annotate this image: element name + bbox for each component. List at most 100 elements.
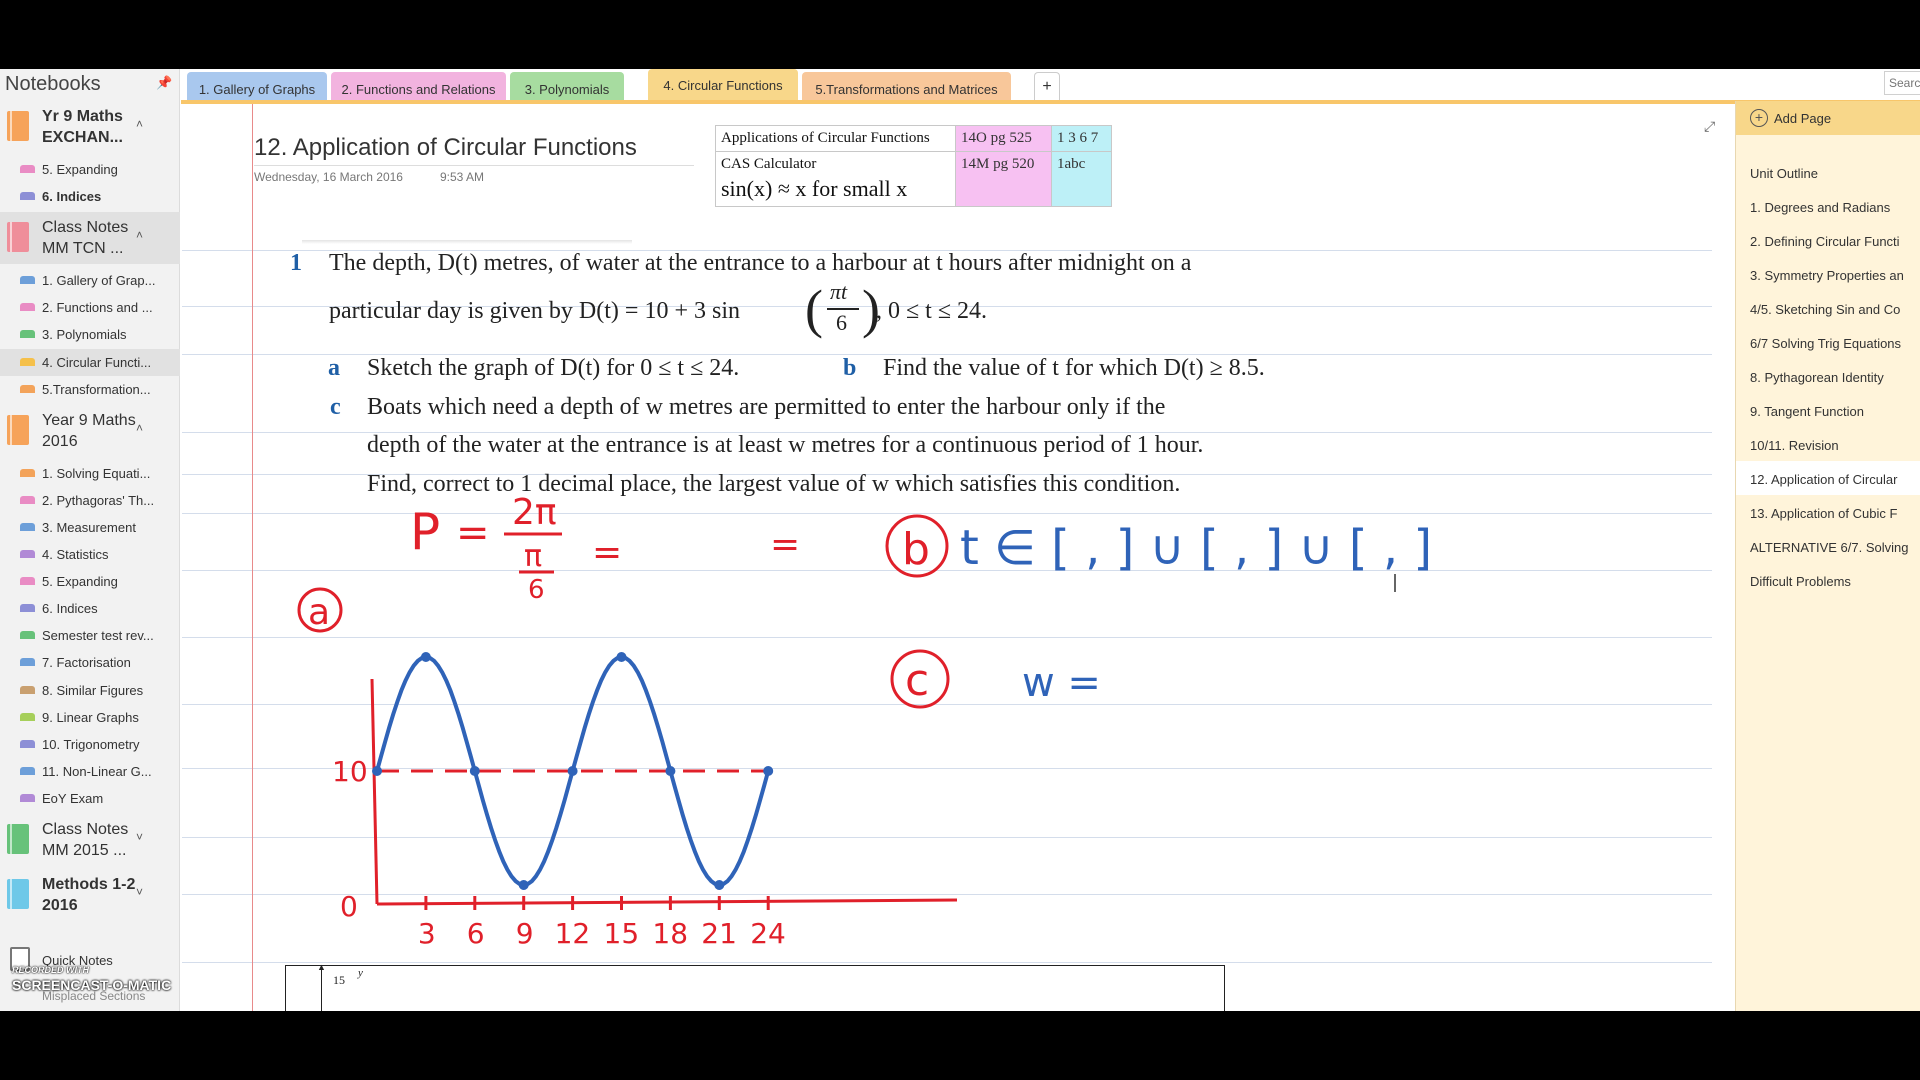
section-item[interactable]: 8. Similar Figures xyxy=(0,677,180,704)
add-page-button[interactable]: + Add Page xyxy=(1736,101,1920,135)
section-item[interactable]: 7. Factorisation xyxy=(0,649,180,676)
section-item[interactable]: 6. Indices xyxy=(0,595,180,622)
section-name: 5.Transformation... xyxy=(42,381,151,397)
notebooks-title[interactable]: Notebooks xyxy=(5,73,101,96)
section-name: 4. Circular Functi... xyxy=(42,354,152,370)
page-list-item[interactable]: 10/11. Revision xyxy=(1736,427,1920,461)
section-name: 10. Trigonometry xyxy=(42,736,140,752)
section-item[interactable]: EoY Exam xyxy=(0,785,180,812)
tab-circular-functions[interactable]: 4. Circular Functions xyxy=(648,69,798,101)
section-tab-icon xyxy=(20,739,35,748)
section-item[interactable]: Semester test rev... xyxy=(0,622,180,649)
section-item[interactable]: 1. Solving Equati... xyxy=(0,460,180,487)
hw-part-a: a xyxy=(308,592,330,633)
section-tab-icon xyxy=(20,495,35,504)
chevron-up-icon[interactable]: ˄ xyxy=(136,421,143,435)
section-tab-icon xyxy=(20,631,35,640)
hw-x-label: 21 xyxy=(701,917,737,950)
hw-part-b: b xyxy=(902,524,930,575)
hw-b-answer: t ∈ [ , ] ∪ [ , ] ∪ [ , ] xyxy=(960,520,1432,576)
chevron-up-icon[interactable]: ˄ xyxy=(136,228,143,242)
section-name: Semester test rev... xyxy=(42,628,154,644)
page-list-item[interactable]: 6/7 Solving Trig Equations xyxy=(1736,325,1920,359)
section-item[interactable]: 6. Indices xyxy=(0,183,180,210)
section-item[interactable]: 1. Gallery of Grap... xyxy=(0,267,180,294)
hw-x-label: 12 xyxy=(555,917,591,950)
section-tab-icon xyxy=(20,468,35,477)
hw-y-label-10: 10 xyxy=(332,755,368,788)
handwritten-annotations[interactable]: P = 2π π 6 = = a b t ∈ [ , ] ∪ [ , ] ∪ [… xyxy=(182,104,1734,1011)
notebook-item[interactable]: Class Notes MM TCN ... ˄ xyxy=(0,212,180,265)
section-name: 1. Solving Equati... xyxy=(42,465,151,481)
notebook-item[interactable]: Methods 1-2 2016 ˅ xyxy=(0,869,180,921)
onenote-window: Notebooks 📌 Yr 9 Maths EXCHAN... ˄ 5. Expa… xyxy=(0,69,1920,1011)
hw-period-den-num: π xyxy=(524,539,542,574)
page-list-item[interactable]: 2. Defining Circular Functi xyxy=(1736,223,1920,257)
hw-x-axis xyxy=(376,898,958,906)
section-item[interactable]: 11. Non-Linear G... xyxy=(0,758,180,785)
section-item[interactable]: 4. Circular Functi... xyxy=(0,348,180,376)
section-tab-icon xyxy=(20,384,35,393)
section-name: 1. Gallery of Grap... xyxy=(42,273,156,289)
next-graph-y-label: y xyxy=(358,967,363,979)
section-item[interactable]: 5.Transformation... xyxy=(0,376,180,403)
notebook-icon xyxy=(7,414,29,445)
section-name: 5. Expanding xyxy=(42,574,118,590)
chevron-down-icon[interactable]: ˅ xyxy=(136,830,143,844)
section-item[interactable]: 9. Linear Graphs xyxy=(0,704,180,731)
notebook-item[interactable]: Class Notes MM 2015 ... ˅ xyxy=(0,814,180,866)
section-item[interactable]: 3. Measurement xyxy=(0,514,180,541)
hw-curve-point xyxy=(714,880,725,890)
notebook-name: Class Notes MM 2015 ... xyxy=(42,821,129,859)
section-item[interactable]: 4. Statistics xyxy=(0,541,180,568)
page-canvas[interactable]: ⤢ 12. Application of Circular Functions … xyxy=(182,104,1734,1011)
chevron-down-icon[interactable]: ˅ xyxy=(136,885,143,899)
notebook-name: Yr 9 Maths EXCHAN... xyxy=(42,108,123,146)
section-tab-icon xyxy=(20,303,35,312)
page-list-item[interactable]: 13. Application of Cubic F xyxy=(1736,495,1920,529)
hw-x-label: 3 xyxy=(418,917,436,950)
section-item[interactable]: 5. Expanding xyxy=(0,568,180,595)
hw-curve-point xyxy=(420,652,431,662)
page-list-item[interactable]: Difficult Problems xyxy=(1736,563,1920,597)
page-list-item[interactable]: Unit Outline xyxy=(1736,155,1920,189)
tab-transformations-and-matrices[interactable]: 5.Transformations and Matrices xyxy=(802,72,1011,100)
hw-y-axis xyxy=(370,678,379,905)
notebook-icon xyxy=(7,222,29,253)
watermark-brand: SCREENCAST-O-MATIC xyxy=(12,977,172,993)
section-tab-icon xyxy=(20,766,35,775)
page-list-item[interactable]: 12. Application of Circular xyxy=(1736,461,1920,495)
page-list-item[interactable]: 3. Symmetry Properties an xyxy=(1736,257,1920,291)
section-item[interactable]: 10. Trigonometry xyxy=(0,731,180,758)
section-name: 6. Indices xyxy=(42,601,98,617)
page-list-item[interactable]: 8. Pythagorean Identity xyxy=(1736,359,1920,393)
tab-label: 4. Circular Functions xyxy=(663,78,783,93)
chevron-up-icon[interactable]: ˄ xyxy=(136,117,143,131)
section-tab-icon xyxy=(20,793,35,802)
new-section-button[interactable]: + xyxy=(1034,72,1060,100)
tab-functions-and-relations[interactable]: 2. Functions and Relations xyxy=(331,72,506,100)
next-graph-y-axis xyxy=(321,967,322,1011)
section-name: 2. Pythagoras' Th... xyxy=(42,492,155,508)
search-box[interactable]: ⚲ xyxy=(1884,71,1920,95)
section-item[interactable]: 3. Polynomials xyxy=(0,321,180,348)
section-item[interactable]: 2. Pythagoras' Th... xyxy=(0,487,180,514)
page-list-item[interactable]: 4/5. Sketching Sin and Co xyxy=(1736,291,1920,325)
notebook-item[interactable]: Yr 9 Maths EXCHAN... ˄ xyxy=(0,101,180,153)
section-item[interactable]: 2. Functions and ... xyxy=(0,294,180,321)
page-list-item[interactable]: 1. Degrees and Radians xyxy=(1736,189,1920,223)
screencast-watermark: RECORDED WITH SCREENCAST-O-MATIC xyxy=(10,965,180,1009)
tab-polynomials[interactable]: 3. Polynomials xyxy=(510,72,624,100)
section-tab-icon xyxy=(20,330,35,339)
search-input[interactable] xyxy=(1885,72,1920,94)
page-list-item[interactable]: 9. Tangent Function xyxy=(1736,393,1920,427)
section-tab-icon xyxy=(20,685,35,694)
page-list-item[interactable]: ALTERNATIVE 6/7. Solving xyxy=(1736,529,1920,563)
pin-icon[interactable]: 📌 xyxy=(156,75,172,91)
hw-equals-3: = xyxy=(770,524,800,565)
section-item[interactable]: 5. Expanding xyxy=(0,156,180,183)
notebook-item[interactable]: Year 9 Maths 2016 ˄ xyxy=(0,405,180,457)
tab-gallery-of-graphs[interactable]: 1. Gallery of Graphs xyxy=(187,72,327,100)
hw-period-num: 2π xyxy=(512,492,557,533)
notebook-name: Methods 1-2 2016 xyxy=(42,876,136,914)
